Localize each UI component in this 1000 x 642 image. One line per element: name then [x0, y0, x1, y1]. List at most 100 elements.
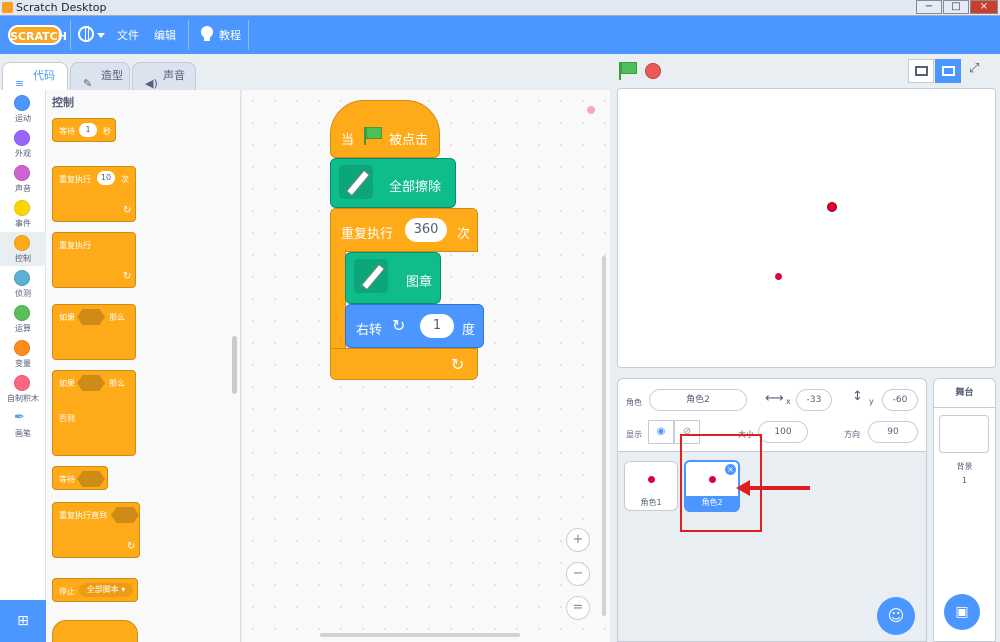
repeat-footer: ↻ — [330, 348, 478, 380]
block-forever[interactable]: 重复执行 ↻ — [52, 232, 136, 288]
menu-divider — [248, 20, 249, 50]
category-pen[interactable]: ✒ 画笔 — [0, 407, 46, 441]
palette-scrollbar[interactable] — [232, 336, 237, 394]
category-events[interactable]: 事件 — [0, 197, 46, 231]
size-input[interactable]: 100 — [758, 421, 808, 443]
category-looks[interactable]: 外观 — [0, 127, 46, 161]
sprite-dot[interactable] — [827, 202, 837, 212]
category-label: 变量 — [15, 359, 31, 368]
editor-tabs: ≡ 代码 ✎ 造型 ◀) 声音 — [0, 54, 610, 90]
eye-icon: ◉ — [656, 426, 666, 437]
block-wait[interactable]: 等待 1 秒 — [52, 118, 116, 142]
category-dot — [14, 270, 30, 286]
category-label: 外观 — [15, 149, 31, 158]
lightbulb-icon[interactable] — [201, 26, 213, 41]
condition-slot[interactable] — [77, 375, 105, 391]
block-label: 等待 — [59, 127, 75, 136]
fullscreen-icon: ⤢ — [969, 61, 980, 76]
palette-section-title: 控制 — [52, 96, 74, 109]
category-operators[interactable]: 运算 — [0, 302, 46, 336]
category-variables[interactable]: 变量 — [0, 337, 46, 371]
block-hat-clone[interactable] — [52, 620, 138, 642]
block-repeat[interactable]: 重复执行 10 次 ↻ — [52, 166, 136, 222]
category-dot — [14, 375, 30, 391]
pen-icon — [354, 259, 388, 293]
x-input[interactable]: -33 — [796, 389, 832, 411]
block-turn-right[interactable]: 右转 ↻ 1 度 — [345, 304, 484, 348]
block-repeat-until[interactable]: 重复执行直到 ↻ — [52, 502, 140, 558]
block-if-then[interactable]: 如果 那么 — [52, 304, 136, 360]
add-backdrop-button[interactable]: ▣ — [944, 594, 980, 630]
menu-divider — [70, 20, 71, 50]
sprite-thumb-dot — [648, 476, 655, 483]
sprite-dot[interactable] — [775, 273, 782, 280]
block-wait-until[interactable]: 等待 — [52, 466, 108, 490]
backdrop-thumb[interactable] — [939, 415, 989, 453]
window-titlebar: Scratch Desktop − □ × — [0, 0, 1000, 16]
workspace-horizontal-scrollbar[interactable] — [320, 633, 520, 637]
add-sprite-button[interactable]: ☺ — [877, 597, 915, 635]
zoom-reset-button[interactable]: = — [566, 596, 590, 620]
block-label: 重复执行 — [341, 227, 394, 242]
fullscreen-button[interactable]: ⤢ — [964, 59, 990, 83]
y-input[interactable]: -60 — [882, 389, 918, 411]
close-button[interactable]: × — [970, 0, 998, 14]
category-label: 控制 — [15, 254, 31, 263]
zoom-out-button[interactable]: − — [566, 562, 590, 586]
minimize-button[interactable]: − — [916, 0, 942, 14]
block-label: 等待 — [59, 475, 75, 484]
menu-file[interactable]: 文件 — [117, 27, 139, 43]
workspace-vertical-scrollbar[interactable] — [602, 256, 606, 616]
show-sprite-button[interactable]: ◉ — [648, 420, 674, 444]
chevron-down-icon[interactable] — [97, 33, 105, 38]
block-label: 图章 — [406, 275, 433, 290]
sprite-thumb[interactable]: 角色1 — [624, 461, 678, 511]
menu-edit[interactable]: 编辑 — [154, 27, 176, 43]
tab-costumes[interactable]: ✎ 造型 — [70, 62, 130, 90]
tab-code[interactable]: ≡ 代码 — [2, 62, 68, 90]
category-sound[interactable]: 声音 — [0, 162, 46, 196]
stage-canvas[interactable] — [617, 88, 996, 368]
category-label: 画笔 — [15, 429, 31, 438]
condition-slot[interactable] — [77, 309, 105, 325]
pen-icon: ✒ — [14, 410, 25, 425]
y-arrows-icon: ↕ — [852, 389, 863, 404]
maximize-button[interactable]: □ — [943, 0, 969, 14]
small-stage-button[interactable] — [908, 59, 934, 83]
large-stage-button[interactable] — [935, 59, 961, 83]
sprite-name-input[interactable]: 角色2 — [649, 389, 747, 411]
stop-dropdown[interactable]: 全部脚本 ▾ — [79, 583, 133, 597]
block-label: 否则 — [59, 414, 75, 423]
loop-arrow-icon: ↻ — [123, 205, 132, 216]
menu-tutorials[interactable]: 教程 — [219, 27, 241, 43]
block-when-flag-clicked[interactable]: 当 被点击 — [330, 100, 440, 158]
zoom-out-icon: − — [572, 566, 584, 581]
condition-slot[interactable] — [111, 507, 139, 523]
category-dot — [14, 165, 30, 181]
globe-icon[interactable] — [78, 26, 94, 42]
category-motion[interactable]: 运动 — [0, 92, 46, 126]
repeat-count-input[interactable]: 360 — [405, 218, 447, 242]
extension-icon: ⊞ — [17, 613, 29, 629]
category-dot — [14, 95, 30, 111]
block-pen-stamp[interactable]: 图章 — [345, 252, 441, 304]
stop-button[interactable] — [645, 63, 661, 79]
turn-degrees-input[interactable]: 1 — [420, 314, 454, 338]
block-stop[interactable]: 停止 全部脚本 ▾ — [52, 578, 138, 602]
scratch-logo[interactable]: SCRATCH — [8, 25, 67, 45]
category-my-blocks[interactable]: 自制积木 — [0, 372, 46, 406]
block-label: 重复执行 — [59, 175, 91, 184]
block-input[interactable]: 10 — [97, 171, 115, 185]
category-control[interactable]: 控制 — [0, 232, 46, 266]
direction-input[interactable]: 90 — [868, 421, 918, 443]
tab-sounds[interactable]: ◀) 声音 — [132, 62, 196, 90]
block-pen-clear[interactable]: 全部擦除 — [330, 158, 456, 208]
block-if-else[interactable]: 如果 那么 否则 — [52, 370, 136, 456]
category-sensing[interactable]: 侦测 — [0, 267, 46, 301]
condition-slot[interactable] — [77, 471, 105, 487]
zoom-in-button[interactable]: + — [566, 528, 590, 552]
category-label: 事件 — [15, 219, 31, 228]
add-extension-button[interactable]: ⊞ — [0, 600, 46, 642]
block-input[interactable]: 1 — [79, 123, 97, 137]
block-repeat[interactable]: 重复执行 360 次 — [330, 208, 478, 252]
